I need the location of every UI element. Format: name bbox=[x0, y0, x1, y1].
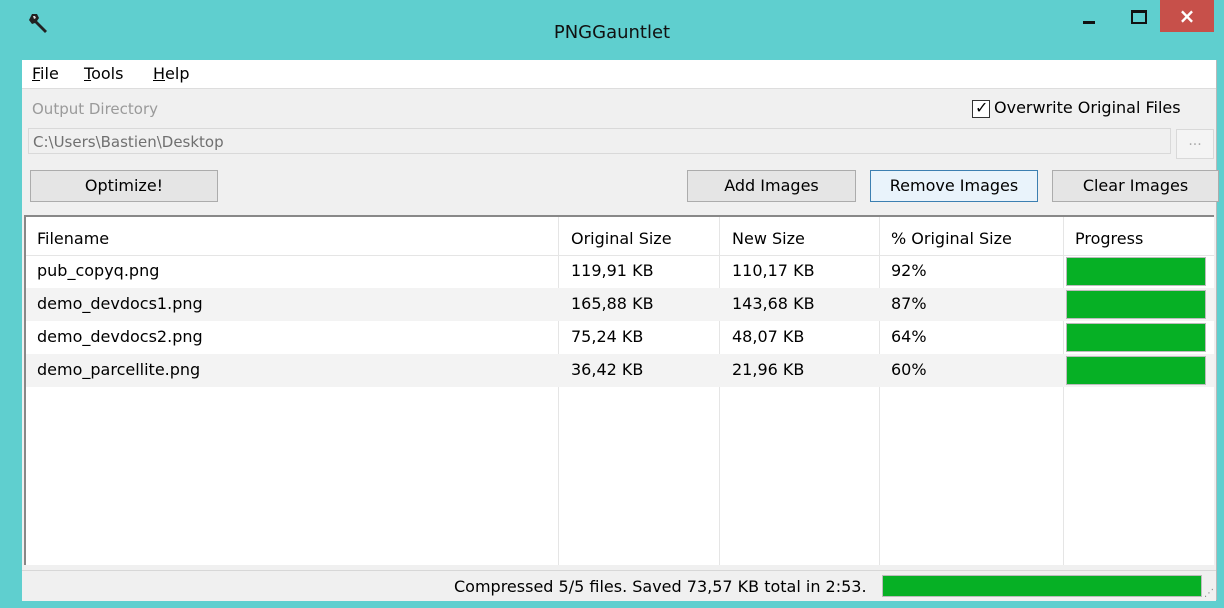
table-row[interactable]: demo_devdocs2.png 75,24 KB 48,07 KB 64% bbox=[26, 321, 1214, 354]
new-size-cell: 21,96 KB bbox=[732, 360, 805, 379]
column-header-percent[interactable]: % Original Size bbox=[891, 229, 1012, 248]
original-size-cell: 36,42 KB bbox=[571, 360, 644, 379]
add-images-button[interactable]: Add Images bbox=[687, 170, 856, 202]
table-row[interactable]: demo_parcellite.png 36,42 KB 21,96 KB 60… bbox=[26, 354, 1214, 387]
maximize-button[interactable] bbox=[1116, 0, 1162, 36]
checkmark-icon: ✓ bbox=[975, 98, 989, 117]
overwrite-checkbox[interactable]: ✓ bbox=[972, 98, 990, 118]
column-header-original-size[interactable]: Original Size bbox=[571, 229, 672, 248]
browse-button[interactable]: ... bbox=[1176, 129, 1214, 159]
resize-grip-icon[interactable]: ⋰ bbox=[1204, 588, 1214, 599]
title-bar[interactable]: PNGGauntlet × bbox=[0, 0, 1224, 60]
row-progress-bar bbox=[1066, 290, 1206, 319]
menu-help[interactable]: Help bbox=[153, 64, 189, 83]
image-list[interactable]: Filename Original Size New Size % Origin… bbox=[24, 215, 1214, 565]
percent-cell: 64% bbox=[891, 327, 927, 346]
menu-help-label: elp bbox=[165, 64, 190, 83]
client-area: File Tools Help Output Directory ✓ Overw… bbox=[22, 60, 1219, 601]
original-size-cell: 165,88 KB bbox=[571, 294, 654, 313]
list-header: Filename Original Size New Size % Origin… bbox=[26, 217, 1214, 256]
menu-help-mnemonic: H bbox=[153, 64, 166, 83]
menu-file[interactable]: File bbox=[32, 64, 59, 83]
column-header-progress[interactable]: Progress bbox=[1075, 229, 1143, 248]
percent-cell: 92% bbox=[891, 261, 927, 280]
column-header-filename[interactable]: Filename bbox=[37, 229, 109, 248]
table-row[interactable]: demo_devdocs1.png 165,88 KB 143,68 KB 87… bbox=[26, 288, 1214, 321]
filename-cell: demo_devdocs1.png bbox=[37, 294, 203, 313]
original-size-cell: 119,91 KB bbox=[571, 261, 654, 280]
row-progress-bar bbox=[1066, 257, 1206, 286]
menu-tools-label: ools bbox=[91, 64, 124, 83]
close-button[interactable]: × bbox=[1160, 0, 1214, 32]
new-size-cell: 143,68 KB bbox=[732, 294, 815, 313]
minimize-icon bbox=[1083, 21, 1095, 24]
percent-cell: 60% bbox=[891, 360, 927, 379]
filename-cell: demo_parcellite.png bbox=[37, 360, 201, 379]
table-row[interactable]: pub_copyq.png 119,91 KB 110,17 KB 92% bbox=[26, 255, 1214, 288]
menu-bar: File Tools Help bbox=[22, 60, 1216, 89]
row-progress-bar bbox=[1066, 323, 1206, 352]
status-text: Compressed 5/5 files. Saved 73,57 KB tot… bbox=[454, 577, 867, 596]
minimize-button[interactable] bbox=[1067, 0, 1113, 36]
app-window: PNGGauntlet × File Tools Help Output Dir… bbox=[0, 0, 1224, 608]
overwrite-label: Overwrite Original Files bbox=[994, 98, 1181, 117]
clear-images-button[interactable]: Clear Images bbox=[1052, 170, 1219, 202]
original-size-cell: 75,24 KB bbox=[571, 327, 644, 346]
optimize-button[interactable]: Optimize! bbox=[30, 170, 218, 202]
percent-cell: 87% bbox=[891, 294, 927, 313]
menu-tools[interactable]: Tools bbox=[84, 64, 123, 83]
new-size-cell: 48,07 KB bbox=[732, 327, 805, 346]
status-bar: Compressed 5/5 files. Saved 73,57 KB tot… bbox=[22, 570, 1216, 601]
status-progress-bar bbox=[882, 575, 1202, 597]
maximize-icon bbox=[1131, 10, 1147, 24]
close-icon: × bbox=[1178, 4, 1196, 28]
window-title: PNGGauntlet bbox=[553, 22, 671, 43]
column-header-new-size[interactable]: New Size bbox=[732, 229, 805, 248]
filename-cell: demo_devdocs2.png bbox=[37, 327, 203, 346]
new-size-cell: 110,17 KB bbox=[732, 261, 815, 280]
status-progress-fill bbox=[883, 576, 1201, 596]
remove-images-button[interactable]: Remove Images bbox=[870, 170, 1038, 202]
menu-file-mnemonic: F bbox=[32, 64, 41, 83]
output-directory-label: Output Directory bbox=[32, 100, 159, 118]
menu-tools-mnemonic: T bbox=[84, 64, 92, 83]
output-directory-field[interactable]: C:\Users\Bastien\Desktop bbox=[28, 128, 1171, 154]
menu-file-label: ile bbox=[40, 64, 59, 83]
filename-cell: pub_copyq.png bbox=[37, 261, 160, 280]
row-progress-bar bbox=[1066, 356, 1206, 385]
